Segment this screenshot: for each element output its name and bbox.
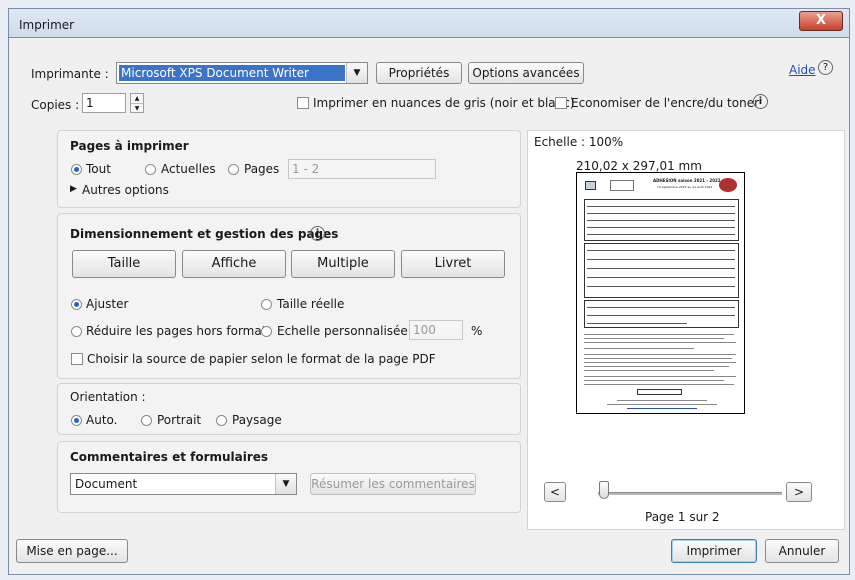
pages-title: Pages à imprimer <box>70 139 189 153</box>
copies-label: Copies : <box>31 98 80 112</box>
title-bar: Imprimer X <box>8 8 850 38</box>
radio-all[interactable] <box>71 164 82 175</box>
summarize-comments-button[interactable]: Résumer les commentaires <box>310 473 476 495</box>
page-indicator: Page 1 sur 2 <box>645 510 720 524</box>
printer-selected-value: Microsoft XPS Document Writer <box>119 65 345 81</box>
question-circle-icon[interactable]: ? <box>818 60 833 75</box>
next-page-button[interactable]: > <box>786 482 812 502</box>
custom-scale-input[interactable]: 100 <box>409 320 463 340</box>
paper-source-checkbox[interactable] <box>71 353 83 365</box>
multiple-button[interactable]: Multiple <box>291 250 395 278</box>
poster-button[interactable]: Affiche <box>182 250 286 278</box>
doc-heading: ADHESION saison 2021 - 2022 <box>653 178 721 183</box>
radio-current[interactable] <box>145 164 156 175</box>
save-ink-label: Economiser de l'encre/du toner <box>571 96 760 110</box>
chevron-down-icon: ▼ <box>346 63 367 83</box>
booklet-button[interactable]: Livret <box>401 250 505 278</box>
info-circle-icon[interactable]: i <box>310 226 325 241</box>
save-ink-checkbox[interactable] <box>555 97 567 109</box>
logo-image <box>719 178 737 192</box>
pages-panel: Pages à imprimer Tout Actuelles Pages 1 … <box>57 130 521 208</box>
advanced-options-button[interactable]: Options avancées <box>468 62 584 84</box>
grayscale-label: Imprimer en nuances de gris (noir et bla… <box>313 96 575 110</box>
form-block <box>584 243 739 298</box>
radio-portrait[interactable] <box>141 415 152 426</box>
orientation-title: Orientation : <box>70 390 146 404</box>
radio-portrait-label: Portrait <box>157 413 202 427</box>
close-icon: X <box>815 13 827 28</box>
radio-fit-label: Ajuster <box>86 297 129 311</box>
preview-panel: Echelle : 100% 210,02 x 297,01 mm ADHESI… <box>527 130 845 530</box>
page-setup-button[interactable]: Mise en page... <box>16 539 128 563</box>
radio-all-label: Tout <box>86 162 111 176</box>
comments-selected-value: Document <box>75 477 138 491</box>
radio-landscape-label: Paysage <box>232 413 282 427</box>
preview-scale-label: Echelle : 100% <box>534 135 624 149</box>
printer-label: Imprimante : <box>31 67 109 81</box>
properties-button[interactable]: Propriétés <box>376 62 462 84</box>
comments-panel: Commentaires et formulaires Document ▼ R… <box>57 441 521 513</box>
stepper-up-icon[interactable]: ▲ <box>131 94 143 104</box>
radio-pages[interactable] <box>228 164 239 175</box>
radio-custom-scale-label: Echelle personnalisée : <box>277 324 416 338</box>
printer-select[interactable]: Microsoft XPS Document Writer ▼ <box>116 62 368 84</box>
comments-title: Commentaires et formulaires <box>70 450 269 464</box>
radio-fit[interactable] <box>71 299 82 310</box>
help-link[interactable]: Aide <box>789 63 816 77</box>
radio-landscape[interactable] <box>216 415 227 426</box>
sizing-title: Dimensionnement et gestion des pages <box>70 227 339 241</box>
doc-subheading: 13 septembre 2021 au 21 août 2022 <box>657 185 713 189</box>
preview-page-size: 210,02 x 297,01 mm <box>576 159 702 173</box>
logo-image <box>585 181 596 190</box>
print-dialog: Imprimante : Microsoft XPS Document Writ… <box>8 37 850 575</box>
comments-select[interactable]: Document ▼ <box>70 473 297 495</box>
pages-range-input[interactable]: 1 - 2 <box>288 159 436 179</box>
prev-page-button[interactable]: < <box>544 482 566 502</box>
radio-actual-size[interactable] <box>261 299 272 310</box>
grayscale-checkbox[interactable] <box>297 97 309 109</box>
page-slider-track[interactable] <box>598 492 782 495</box>
radio-orientation-auto-label: Auto. <box>86 413 118 427</box>
logo-image <box>610 180 634 191</box>
expand-triangle-icon[interactable]: ▶ <box>70 184 77 194</box>
copies-input[interactable]: 1 <box>82 93 126 113</box>
page-slider-thumb[interactable] <box>599 481 609 499</box>
more-options-link[interactable]: Autres options <box>82 183 169 197</box>
print-button[interactable]: Imprimer <box>671 539 757 563</box>
copies-stepper[interactable]: ▲ ▼ <box>130 93 144 113</box>
paper-source-label: Choisir la source de papier selon le for… <box>87 352 436 366</box>
radio-orientation-auto[interactable] <box>71 415 82 426</box>
sizing-panel: Dimensionnement et gestion des pages i T… <box>57 213 521 379</box>
radio-actual-size-label: Taille réelle <box>277 297 345 311</box>
radio-pages-label: Pages <box>244 162 280 176</box>
page-preview: ADHESION saison 2021 - 2022 13 septembre… <box>576 172 745 414</box>
percent-label: % <box>471 324 483 338</box>
radio-shrink-label: Réduire les pages hors format <box>86 324 267 338</box>
stepper-down-icon[interactable]: ▼ <box>131 104 143 113</box>
cancel-button[interactable]: Annuler <box>765 539 839 563</box>
radio-current-label: Actuelles <box>161 162 216 176</box>
info-circle-icon[interactable]: i <box>753 94 768 109</box>
close-button[interactable]: X <box>799 11 843 31</box>
radio-shrink[interactable] <box>71 326 82 337</box>
window-title: Imprimer <box>19 18 75 32</box>
radio-custom-scale[interactable] <box>261 326 272 337</box>
orientation-panel: Orientation : Auto. Portrait Paysage <box>57 383 521 435</box>
chevron-down-icon: ▼ <box>275 474 296 494</box>
form-block <box>637 389 682 395</box>
size-button[interactable]: Taille <box>72 250 176 278</box>
